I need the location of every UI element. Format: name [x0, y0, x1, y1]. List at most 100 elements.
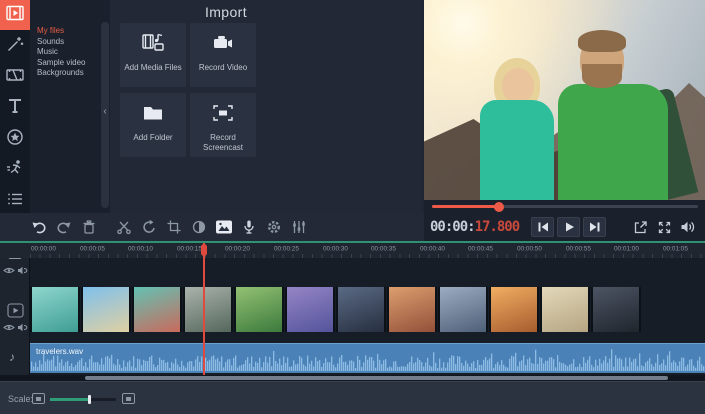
playhead-handle[interactable] [201, 244, 207, 256]
ruler-label: 00:01:05 [662, 245, 688, 253]
list-icon [5, 189, 25, 214]
tile-label: Add Media Files [124, 63, 182, 72]
timeline-ruler[interactable]: 00:00:00 00:00:05 00:00:10 00:00:15 00:00:20… [0, 243, 705, 258]
record-video-button[interactable]: Record Video [190, 23, 256, 87]
playhead[interactable] [203, 243, 205, 375]
eye-icon[interactable] [3, 262, 15, 280]
zoom-fit-icon[interactable] [32, 393, 45, 404]
audio-clip-name: travelers.wav [36, 347, 84, 356]
fullscreen-icon[interactable] [655, 218, 673, 236]
video-clip-garden[interactable] [234, 287, 284, 332]
ruler-label: 00:00:30 [322, 245, 348, 253]
video-preview [424, 0, 705, 200]
video-clip-group-selfie-gray[interactable] [183, 287, 233, 332]
clip-properties-button[interactable] [265, 218, 283, 236]
speaker-icon[interactable] [17, 319, 28, 337]
video-clip-family-meal[interactable] [387, 287, 437, 332]
crop-button[interactable] [165, 218, 183, 236]
delete-button[interactable] [80, 218, 98, 236]
sidebar-item-media-import[interactable] [0, 0, 30, 30]
rotate-button[interactable] [140, 218, 158, 236]
add-media-files-button[interactable]: Add Media Files [120, 23, 186, 87]
audio-properties-button[interactable] [290, 218, 308, 236]
ruler-label: 00:00:45 [468, 245, 494, 253]
video-clip-beach-jump[interactable] [81, 287, 131, 332]
record-video-icon [211, 23, 235, 59]
sidebar-item-filters[interactable] [0, 31, 30, 61]
video-clip-surfer-beach[interactable] [30, 287, 80, 332]
library-item-music[interactable]: Music [37, 47, 110, 58]
sidebar [0, 0, 30, 213]
volume-icon[interactable] [679, 218, 697, 236]
ruler-label: 00:00:50 [517, 245, 542, 253]
record-audio-button[interactable] [240, 218, 258, 236]
add-folder-button[interactable]: Add Folder [120, 93, 186, 157]
add-folder-icon [141, 93, 165, 129]
ruler-label: 00:00:10 [128, 245, 154, 253]
seek-bar[interactable] [432, 201, 698, 212]
track-headers: ♪ [0, 243, 30, 375]
eye-icon[interactable] [3, 319, 15, 337]
timeline: ♪ 00:00:00 00:00:05 00:00:10 00:00:15 00:00:… [0, 243, 705, 375]
scale-slider[interactable] [50, 395, 116, 404]
seek-handle[interactable] [493, 201, 504, 212]
sidebar-item-animation[interactable] [0, 155, 30, 185]
ruler-label: 00:00:40 [419, 245, 445, 253]
add-media-icon [141, 23, 165, 59]
scale-slider-knob[interactable] [88, 395, 91, 404]
video-clip-sunset-selfie[interactable] [489, 287, 539, 332]
timecode: 00:00:17.800 [430, 219, 521, 235]
video-clip-group-selfie-blue[interactable] [438, 287, 488, 332]
ruler-label: 00:00:25 [274, 245, 299, 253]
timeline-scrollbar-thumb[interactable] [85, 376, 668, 380]
video-clip-child-flowers[interactable] [285, 287, 335, 332]
zoom-full-icon[interactable] [122, 393, 135, 404]
ruler-label: 00:00:05 [79, 245, 105, 253]
speaker-icon[interactable] [17, 262, 28, 280]
sidebar-item-more-tools[interactable] [0, 186, 30, 216]
library-item-sounds[interactable]: Sounds [37, 37, 110, 48]
transition-filmstrip-icon [5, 65, 25, 90]
tile-label: Record Screencast [202, 133, 244, 152]
undo-button[interactable] [30, 218, 48, 236]
scale-label: Scale: [8, 394, 34, 404]
status-bar: Scale: Project settings: 1920x1080 16:9 … [0, 381, 705, 414]
video-clip-desk[interactable] [336, 287, 386, 332]
video-clip-portrait-dark[interactable] [591, 287, 641, 332]
music-note-icon: ♪ [9, 350, 15, 364]
seek-row [424, 200, 705, 213]
timeline-toolbar [0, 213, 424, 241]
audio-waveform [31, 349, 705, 371]
letter-t-icon [5, 96, 25, 121]
record-screencast-button[interactable]: Record Screencast [190, 93, 256, 157]
redo-button[interactable] [55, 218, 73, 236]
library-item-sample-video[interactable]: Sample video [37, 58, 110, 69]
magic-wand-icon [5, 34, 25, 59]
import-panel-title: Import [204, 4, 248, 20]
sidebar-item-stickers[interactable] [0, 124, 30, 154]
library-panel: My files Sounds Music Sample video Backg… [30, 0, 110, 213]
audio-clip[interactable]: travelers.wav [30, 343, 705, 373]
library-item-backgrounds[interactable]: Backgrounds [37, 68, 110, 79]
image-tool-button[interactable] [215, 218, 233, 236]
video-clip-beach-writing[interactable] [540, 287, 590, 332]
ruler-label: 00:00:55 [565, 245, 591, 253]
previous-frame-button[interactable] [531, 217, 555, 237]
record-screencast-icon [211, 93, 235, 129]
color-adjustments-button[interactable] [190, 218, 208, 236]
sidebar-item-titles[interactable] [0, 93, 30, 123]
library-item-my-files[interactable]: My files [37, 26, 110, 37]
app-window: My files Sounds Music Sample video Backg… [0, 0, 705, 414]
next-frame-button[interactable] [583, 217, 607, 237]
timecode-fraction: 17.800 [474, 219, 521, 235]
ruler-ticks [30, 254, 705, 258]
video-clip-hands-circle[interactable] [132, 287, 182, 332]
ruler-label: 00:00:15 [176, 245, 202, 253]
ruler-label: 00:01:00 [614, 245, 640, 253]
player-bar: 00:00:17.800 [424, 213, 705, 241]
tile-label: Record Video [198, 63, 248, 72]
sidebar-item-transitions[interactable] [0, 62, 30, 92]
play-button[interactable] [557, 217, 581, 237]
split-button[interactable] [115, 218, 133, 236]
detach-player-icon[interactable] [631, 218, 649, 236]
